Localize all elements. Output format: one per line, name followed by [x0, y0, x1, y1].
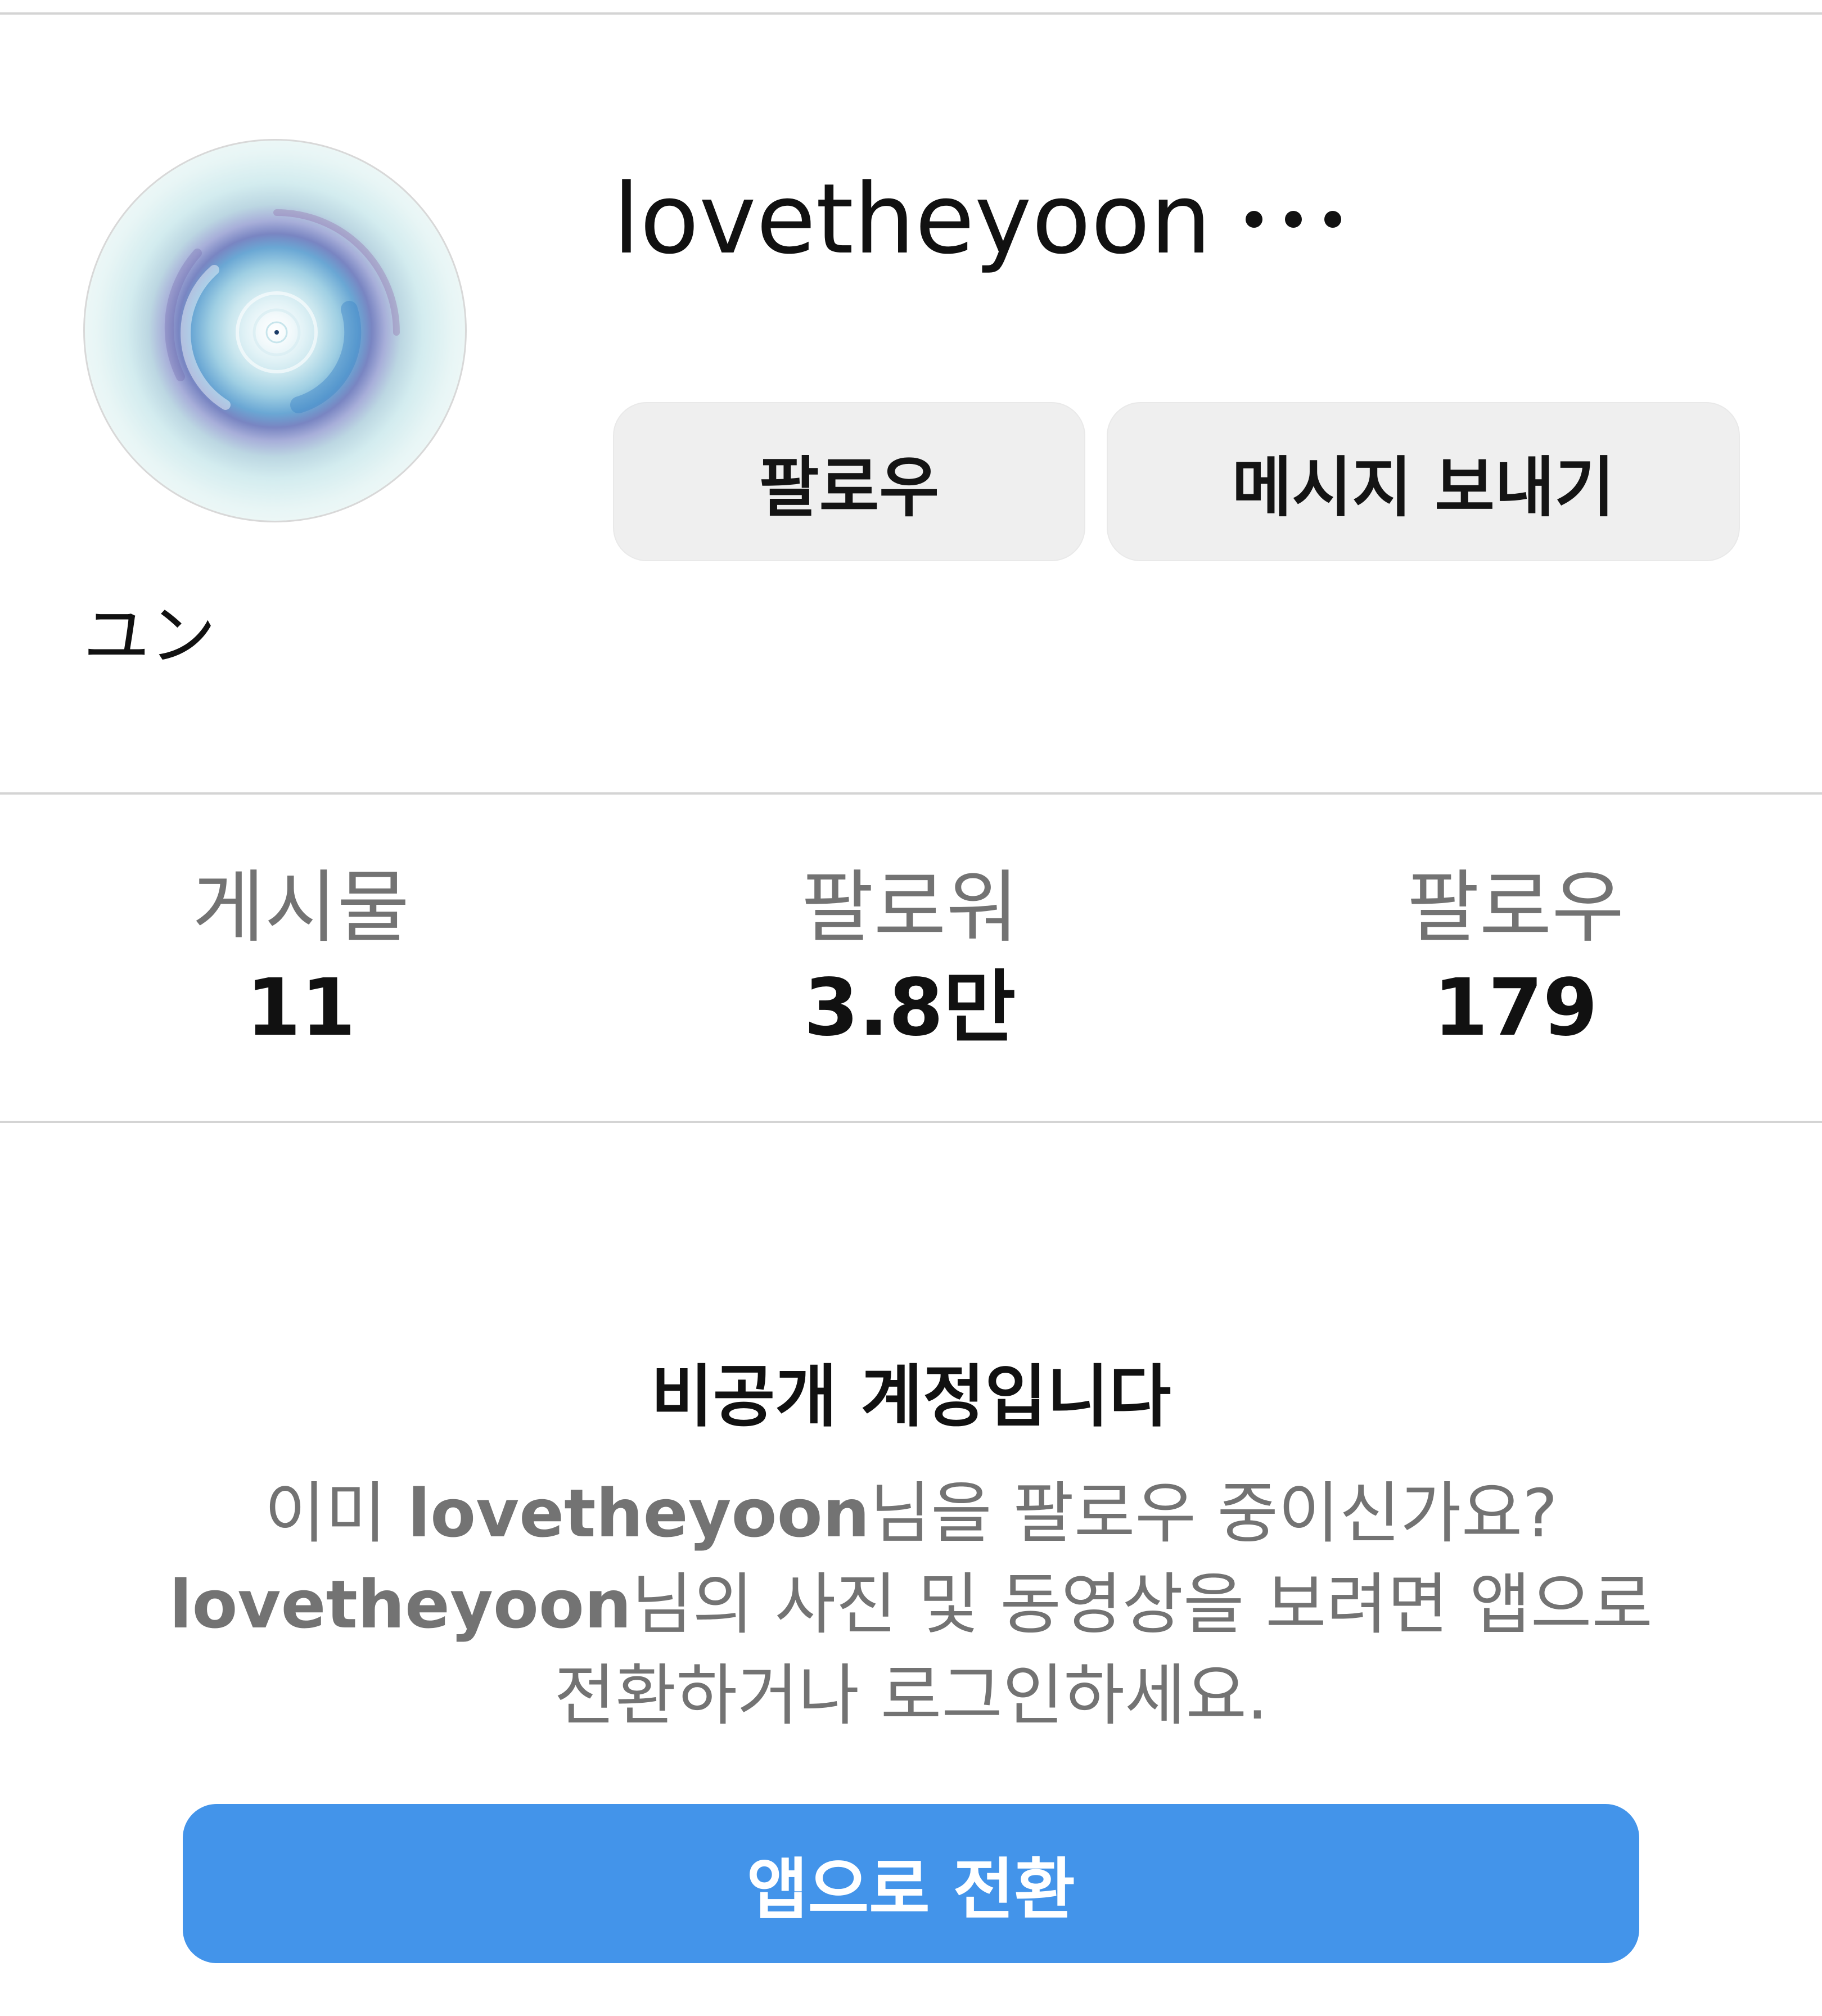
private-desc-line-1-prefix: 이미: [264, 1474, 408, 1552]
private-desc-line-2: lovetheyoon님의 사진 및 동영상을 보려면 앱으로: [90, 1559, 1732, 1650]
send-message-button[interactable]: 메시지 보내기: [1107, 402, 1740, 561]
stat-following-label: 팔로우: [1406, 862, 1625, 954]
private-desc-username: lovetheyoon: [407, 1474, 870, 1552]
profile-avatar[interactable]: [83, 139, 467, 522]
private-desc-line-3: 전환하거나 로그인하세요.: [554, 1657, 1268, 1734]
follow-button[interactable]: 팔로우: [613, 402, 1085, 561]
avatar-swirl-image: [164, 209, 400, 413]
switch-to-app-button[interactable]: 앱으로 전환: [183, 1804, 1639, 1963]
stat-posts-value: 11: [246, 962, 356, 1054]
private-desc-username-2: lovetheyoon: [169, 1566, 632, 1643]
private-desc-line-1: 이미 lovetheyoon님을 팔로우 중이신가요?: [90, 1468, 1732, 1559]
profile-display-name: ユン: [83, 597, 217, 674]
private-account-title: 비공개 계정입니다: [651, 1358, 1171, 1436]
stat-posts: 게시물 11: [104, 860, 498, 1056]
stat-posts-label: 게시물: [192, 862, 410, 954]
private-desc-line-1-suffix: 님을 팔로우 중이신가요?: [869, 1474, 1558, 1552]
private-account-description: 이미 lovetheyoon님을 팔로우 중이신가요? lovetheyoon님…: [90, 1468, 1732, 1741]
more-horizontal-icon[interactable]: [1237, 200, 1350, 239]
stat-followers-label: 팔로워: [801, 862, 1019, 954]
private-desc-line-2-suffix: 님의 사진 및 동영상을 보려면 앱으로: [632, 1566, 1653, 1643]
top-divider: [0, 12, 1822, 15]
profile-username: lovetheyoon: [613, 163, 1212, 276]
stat-following[interactable]: 팔로우 179: [1319, 860, 1712, 1056]
stat-followers-value: 3.8만: [804, 962, 1016, 1054]
stats-top-divider: [0, 792, 1822, 795]
stat-following-value: 179: [1433, 962, 1598, 1054]
stat-followers[interactable]: 팔로워 3.8만: [713, 860, 1107, 1056]
stats-bottom-divider: [0, 1121, 1822, 1123]
